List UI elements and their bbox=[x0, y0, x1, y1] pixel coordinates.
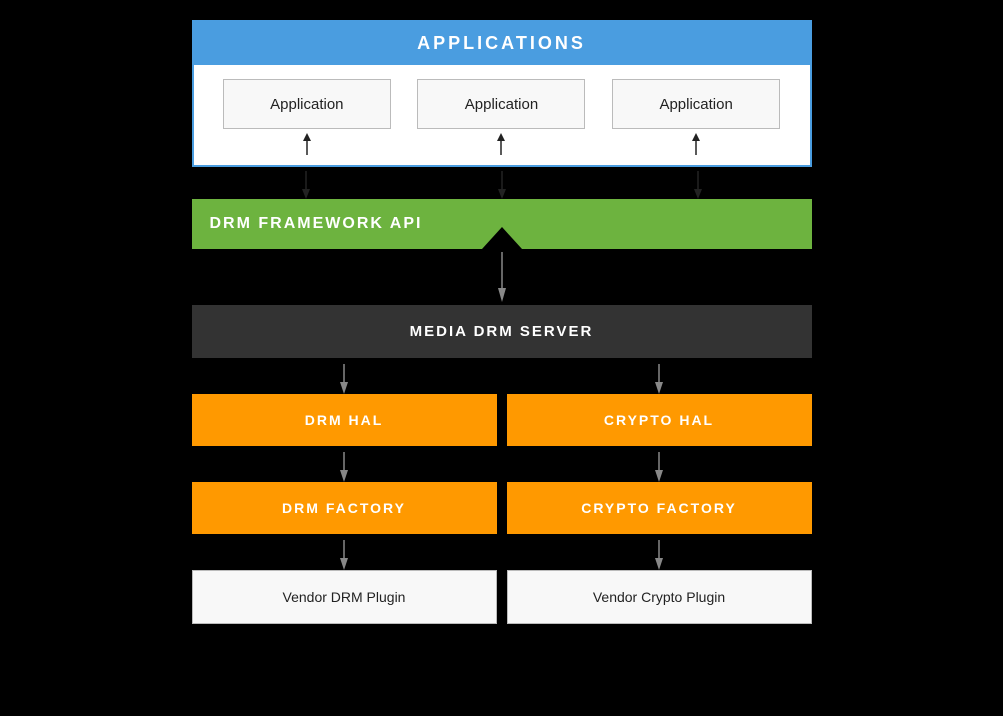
vendor-drm-plugin-box: Vendor DRM Plugin bbox=[192, 570, 497, 624]
hal-arrow-right bbox=[652, 364, 666, 394]
down-arrow-2 bbox=[495, 171, 509, 199]
factory-arrow-left bbox=[337, 452, 351, 482]
app-box-3: Application bbox=[612, 79, 780, 129]
applications-header: APPLICATIONS bbox=[194, 22, 810, 65]
vendor-arrow-left bbox=[337, 540, 351, 570]
down-arrow-3 bbox=[691, 171, 705, 199]
factory-row: DRM FACTORY CRYPTO FACTORY bbox=[192, 482, 812, 534]
media-drm-server: MEDIA DRM SERVER bbox=[192, 305, 812, 358]
crypto-hal-box: CRYPTO HAL bbox=[507, 394, 812, 446]
drm-hal-box: DRM HAL bbox=[192, 394, 497, 446]
vendor-arrow-right bbox=[652, 540, 666, 570]
factory-arrow-right bbox=[652, 452, 666, 482]
drm-framework-label: DRM FRAMEWORK API bbox=[210, 215, 423, 233]
drm-framework-bar: DRM FRAMEWORK API bbox=[192, 199, 812, 249]
vendor-row: Vendor DRM Plugin Vendor Crypto Plugin bbox=[192, 570, 812, 624]
app-box-1: Application bbox=[223, 79, 391, 129]
applications-block: APPLICATIONS Application Application App… bbox=[192, 20, 812, 167]
vendor-crypto-plugin-box: Vendor Crypto Plugin bbox=[507, 570, 812, 624]
center-arrow-down bbox=[495, 252, 509, 302]
up-arrow-3 bbox=[689, 133, 703, 155]
drm-factory-box: DRM FACTORY bbox=[192, 482, 497, 534]
crypto-factory-box: CRYPTO FACTORY bbox=[507, 482, 812, 534]
up-arrow-2 bbox=[494, 133, 508, 155]
hal-row: DRM HAL CRYPTO HAL bbox=[192, 394, 812, 446]
down-arrow-1 bbox=[299, 171, 313, 199]
hal-arrow-left bbox=[337, 364, 351, 394]
up-arrow-1 bbox=[300, 133, 314, 155]
app-box-2: Application bbox=[417, 79, 585, 129]
